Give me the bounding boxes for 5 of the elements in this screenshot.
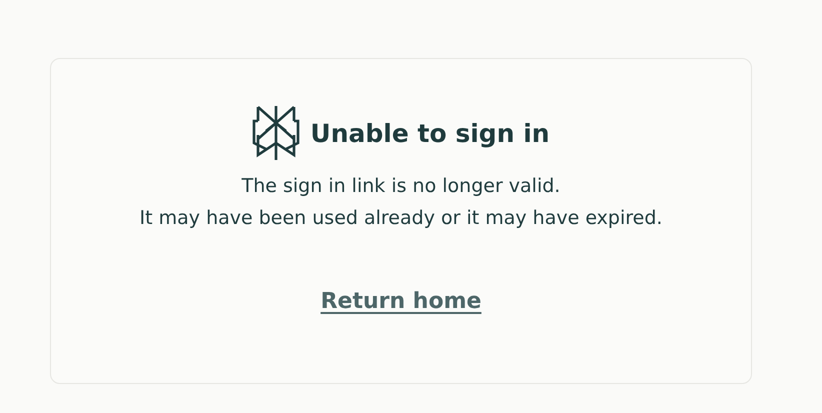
page-title: Unable to sign in xyxy=(310,118,550,148)
message-text: The sign in link is no longer valid. xyxy=(242,174,560,199)
return-home-link[interactable]: Return home xyxy=(320,289,482,314)
logo-icon xyxy=(252,105,300,161)
message-text: It may have been used already or it may have expired. xyxy=(140,206,662,231)
